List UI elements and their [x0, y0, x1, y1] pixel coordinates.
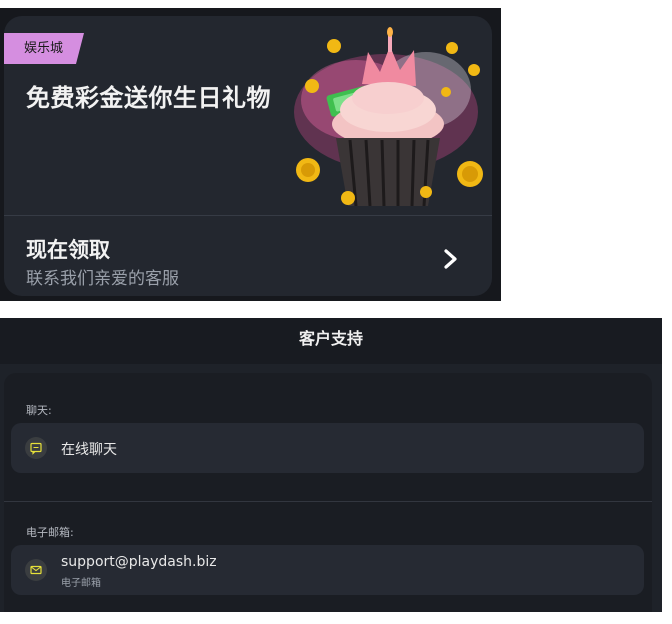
customer-support-panel: 客户支持 聊天: 在线聊天 电子邮箱: support@playdash.biz…	[0, 318, 662, 612]
promo-title: 免费彩金送你生日礼物	[26, 84, 271, 112]
chevron-right-icon[interactable]	[440, 246, 462, 272]
promo-frame: 娱乐城 免费彩金送你生日礼物 现在领取 联系我们亲爱的客服	[0, 8, 501, 301]
live-chat-button[interactable]: 在线聊天	[11, 423, 644, 473]
birthday-cupcake-coins-icon	[294, 27, 483, 206]
support-card: 聊天: 在线聊天 电子邮箱: support@playdash.biz 电子邮箱	[4, 373, 652, 612]
email-section-label: 电子邮箱:	[26, 526, 74, 539]
email-support-button[interactable]: support@playdash.biz 电子邮箱	[11, 545, 644, 595]
support-email-address[interactable]: support@playdash.biz	[61, 554, 217, 570]
email-sublabel: 电子邮箱	[61, 578, 101, 589]
promo-divider	[4, 215, 492, 216]
chat-bubble-icon	[25, 437, 47, 459]
promo-cta-title: 现在领取	[26, 238, 110, 262]
promo-badge: 娱乐城	[4, 33, 84, 64]
support-header-title: 客户支持	[0, 318, 662, 364]
promo-cta-subtitle: 联系我们亲爱的客服	[26, 269, 179, 289]
chat-section-label: 聊天:	[26, 404, 52, 417]
support-divider	[4, 501, 652, 502]
envelope-icon	[25, 559, 47, 581]
live-chat-label: 在线聊天	[61, 442, 117, 458]
birthday-promo-card[interactable]: 娱乐城 免费彩金送你生日礼物 现在领取 联系我们亲爱的客服	[4, 16, 492, 296]
